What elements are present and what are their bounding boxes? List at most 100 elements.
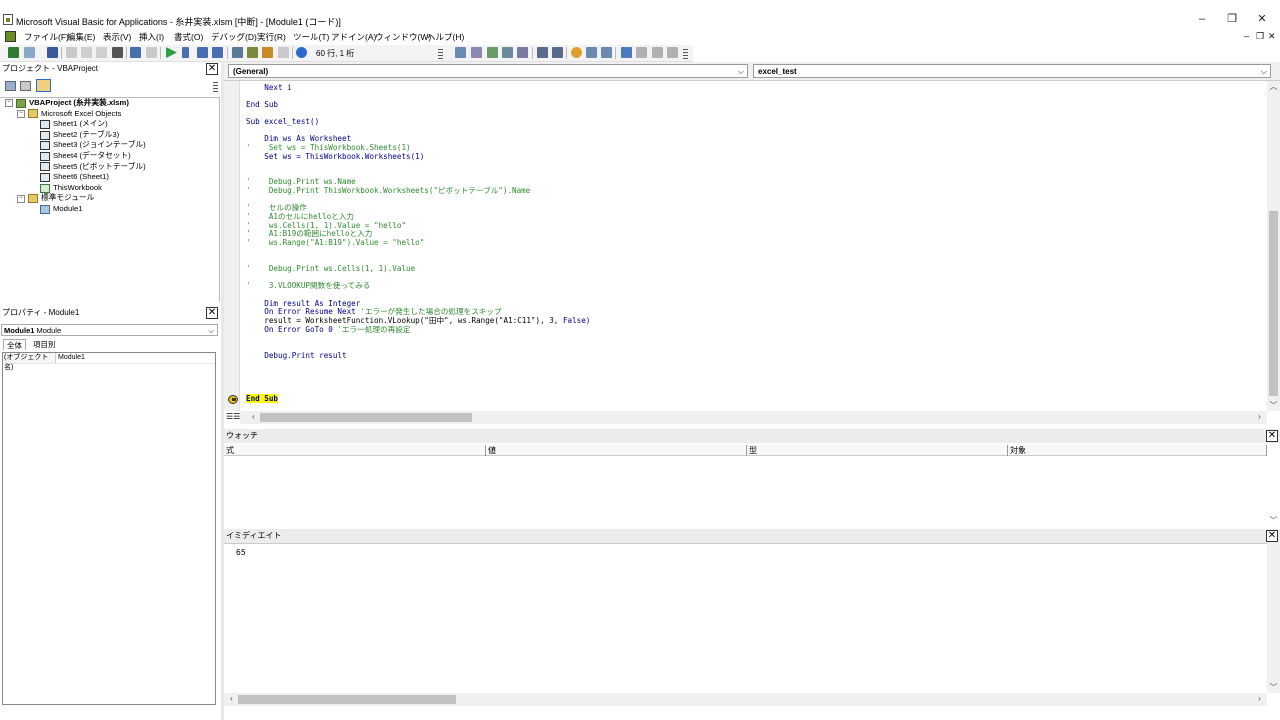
mdi-close-button[interactable]: ✕ (1268, 31, 1276, 42)
previous-bookmark-icon[interactable] (652, 47, 663, 58)
copy-icon[interactable] (81, 47, 92, 58)
immediate-horizontal-scrollbar[interactable]: ‹ › (224, 693, 1267, 706)
project-explorer-icon[interactable] (232, 47, 243, 58)
code-vertical-scrollbar[interactable]: ︿ ﹀ (1267, 81, 1280, 411)
redo-icon[interactable] (146, 47, 157, 58)
list-properties-icon[interactable] (455, 47, 466, 58)
scroll-down-icon[interactable]: ﹀ (1267, 682, 1280, 693)
scroll-left-icon[interactable]: ‹ (226, 693, 237, 706)
collapse-icon[interactable]: − (17, 109, 25, 118)
save-icon[interactable] (47, 47, 58, 58)
object-selector[interactable]: Module1 Module ⌵ (1, 324, 218, 336)
scroll-thumb[interactable] (1269, 211, 1278, 396)
properties-close-button[interactable]: ✕ (206, 307, 218, 319)
menu-run[interactable]: 実行(R) (257, 31, 286, 43)
scroll-left-icon[interactable]: ‹ (248, 411, 259, 424)
tree-node-sheet3[interactable]: Sheet3 (ジョインテーブル) (0, 140, 219, 151)
mdi-restore-button[interactable]: ❐ (1256, 31, 1264, 42)
tree-node-sheet6[interactable]: Sheet6 (Sheet1) (0, 172, 219, 183)
tree-node-excel-objects[interactable]: − Microsoft Excel Objects (0, 109, 219, 120)
watch-close-button[interactable]: ✕ (1266, 430, 1278, 442)
next-bookmark-icon[interactable] (636, 47, 647, 58)
find-icon[interactable] (112, 47, 123, 58)
paste-icon[interactable] (96, 47, 107, 58)
project-close-button[interactable]: ✕ (206, 63, 218, 75)
column-type[interactable]: 型 (747, 445, 1008, 456)
code-lines[interactable]: Next i End Sub Sub excel_test() Dim ws A… (246, 83, 1261, 411)
undo-icon[interactable] (130, 47, 141, 58)
cut-icon[interactable] (66, 47, 77, 58)
collapse-icon[interactable]: − (5, 99, 13, 108)
comment-block-icon[interactable] (586, 47, 597, 58)
pause-icon[interactable] (182, 47, 189, 58)
indent-icon[interactable] (537, 47, 548, 58)
properties-window-icon[interactable] (247, 47, 258, 58)
scroll-down-icon[interactable]: ﹀ (1267, 400, 1280, 411)
scroll-thumb[interactable] (238, 695, 456, 704)
scroll-right-icon[interactable]: › (1254, 411, 1265, 424)
procedure-combo[interactable]: excel_test ⌵ (753, 64, 1271, 78)
insert-userform-icon[interactable] (24, 47, 35, 58)
menu-file[interactable]: ファイル(F) (24, 31, 69, 43)
uncomment-block-icon[interactable] (601, 47, 612, 58)
menu-format[interactable]: 書式(O) (174, 31, 203, 43)
watch-scroll-down-icon[interactable]: ﹀ (1267, 515, 1280, 526)
watch-list[interactable] (224, 456, 1267, 526)
tree-node-sheet2[interactable]: Sheet2 (テーブル3) (0, 130, 219, 141)
tree-node-module1[interactable]: Module1 (0, 204, 219, 215)
column-value[interactable]: 値 (486, 445, 747, 456)
tree-node-sheet5[interactable]: Sheet5 (ピボットテーブル) (0, 162, 219, 173)
scroll-thumb[interactable] (260, 413, 472, 422)
toggle-folders-icon[interactable] (36, 79, 51, 92)
design-mode-icon[interactable] (212, 47, 223, 58)
menu-view[interactable]: 表示(V) (103, 31, 131, 43)
parameter-info-icon[interactable] (502, 47, 513, 58)
toolbar-grip-2[interactable] (683, 49, 688, 59)
view-excel-icon[interactable] (8, 47, 19, 58)
immediate-window[interactable] (224, 543, 1267, 693)
immediate-close-button[interactable]: ✕ (1266, 530, 1278, 542)
tree-node-thisworkbook[interactable]: ThisWorkbook (0, 183, 219, 194)
menu-addins[interactable]: アドイン(A) (331, 31, 376, 43)
toggle-breakpoint-icon[interactable] (571, 47, 582, 58)
toggle-bookmark-icon[interactable] (621, 47, 632, 58)
tree-node-project[interactable]: − VBAProject (糸井実装.xlsm) (0, 98, 219, 109)
list-constants-icon[interactable] (471, 47, 482, 58)
view-object-icon[interactable] (20, 81, 31, 91)
tab-categorized[interactable]: 項目別 (30, 339, 59, 350)
collapse-icon[interactable]: − (17, 194, 25, 203)
run-icon[interactable] (166, 47, 177, 58)
menu-edit[interactable]: 編集(E) (67, 31, 95, 43)
menu-tools[interactable]: ツール(T) (293, 31, 329, 43)
property-row[interactable]: (オブジェクト名) Module1 (3, 353, 215, 371)
help-icon[interactable] (296, 47, 307, 58)
tree-node-modules[interactable]: − 標準モジュール (0, 193, 219, 204)
menu-help[interactable]: ヘルプ(H) (427, 31, 464, 43)
object-browser-icon[interactable] (262, 47, 273, 58)
outdent-icon[interactable] (552, 47, 563, 58)
menu-debug[interactable]: デバッグ(D) (211, 31, 257, 43)
toolbar-grip[interactable] (438, 49, 443, 59)
tree-node-sheet1[interactable]: Sheet1 (メイン) (0, 119, 219, 130)
restore-button[interactable]: ❐ (1222, 11, 1242, 27)
close-button[interactable]: ✕ (1252, 11, 1272, 27)
minimize-button[interactable]: – (1192, 11, 1212, 27)
scroll-up-icon[interactable]: ︿ (1267, 81, 1280, 92)
tree-node-sheet4[interactable]: Sheet4 (データセット) (0, 151, 219, 162)
mdi-minimize-button[interactable]: – (1244, 31, 1249, 41)
menu-window[interactable]: ウィンドウ(W) (375, 31, 431, 43)
margin-indicator-bar[interactable] (224, 81, 240, 411)
scroll-right-icon[interactable]: › (1254, 693, 1265, 706)
reset-icon[interactable] (197, 47, 208, 58)
object-combo[interactable]: (General) ⌵ (228, 64, 748, 78)
toolbox-icon[interactable] (278, 47, 289, 58)
quick-info-icon[interactable] (487, 47, 498, 58)
menu-insert[interactable]: 挿入(I) (139, 31, 164, 43)
vba-menu-icon[interactable] (5, 31, 16, 42)
clear-bookmarks-icon[interactable] (667, 47, 678, 58)
column-expression[interactable]: 式 (224, 445, 486, 456)
immediate-vertical-scrollbar[interactable]: ﹀ (1267, 543, 1280, 693)
code-horizontal-scrollbar[interactable]: ‹ › (240, 411, 1267, 424)
column-context[interactable]: 対象 (1008, 445, 1267, 456)
complete-word-icon[interactable] (517, 47, 528, 58)
